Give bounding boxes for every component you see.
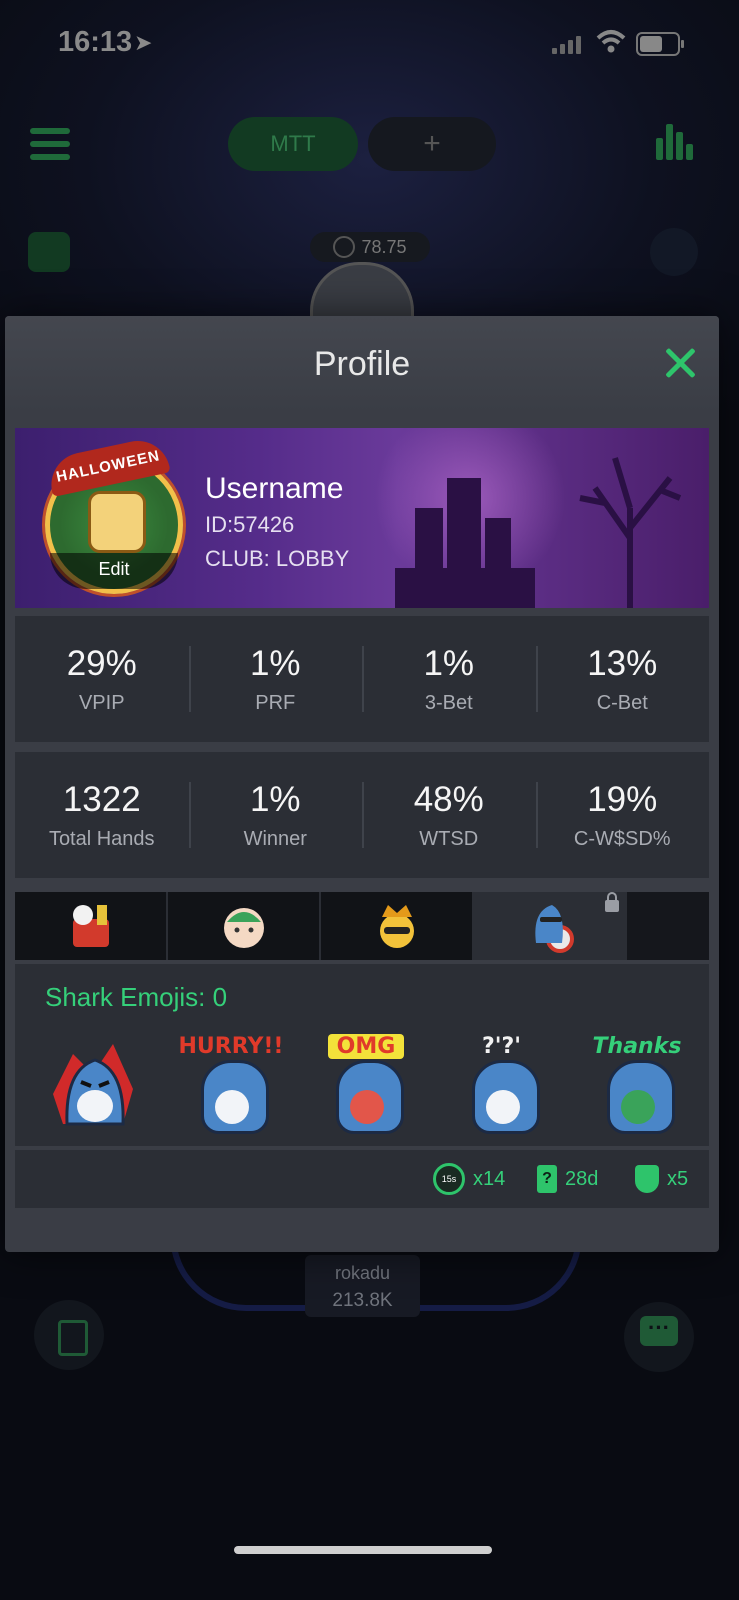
coin-icon [333,236,356,258]
shark-emoji-panel: Shark Emojis: 0 HURRY!! OMG ?'?' Thanks [15,964,709,1146]
stats-row-2: 1322 Total Hands 1% Winner 48% WTSD 19% … [15,752,709,878]
timer-count: x14 [473,1167,506,1190]
stat-label: C-Bet [596,692,648,714]
stat-label: Winner [243,828,307,850]
castle-illustration [395,468,535,608]
calendar-icon[interactable] [28,232,70,272]
user-club: CLUB: LOBBY [205,546,350,571]
halloween-avatar-badge[interactable]: HALLOWEEN Edit [45,434,183,594]
mochi-emoji-icon [223,908,264,948]
stat-value: 29% [66,644,137,683]
stat-label: Total Hands [48,828,155,850]
thanks-shark-sticker[interactable]: Thanks [585,1034,689,1138]
stat-value: 1322 [62,780,141,819]
stat-cwsd: 19% C-W$SD% [535,752,710,878]
tab-shark-emoji[interactable] [474,892,627,960]
location-arrow-icon: ➤ [134,30,153,55]
mystery-card: ? 28d [537,1162,598,1196]
stat-label: PRF [255,692,296,714]
stat-total-hands: 1322 Total Hands [15,752,189,878]
profile-banner: HALLOWEEN Edit Username ID:57426 CLUB: L… [15,428,709,608]
sticker-list: HURRY!! OMG ?'?' Thanks [43,1034,689,1144]
card-days: 28d [565,1167,599,1190]
hamburger-menu-icon[interactable] [30,128,70,160]
item-counts-bar: 15s x14 ? 28d x5 [15,1150,709,1208]
player-seat[interactable]: rokadu 213.8K [305,1255,420,1317]
hurry-shark-sticker[interactable]: HURRY!! [179,1034,283,1138]
profile-modal: Profile HALLOWEEN Edit Username ID:57426… [5,316,719,1252]
omg-shark-sticker[interactable]: OMG [314,1034,418,1138]
king-emoji-icon [379,905,414,948]
username: Username [205,472,344,505]
stat-label: 3-Bet [424,692,473,714]
battery-icon [636,32,684,56]
stat-3bet: 1% 3-Bet [362,616,536,742]
stat-value: 1% [249,780,301,819]
close-icon[interactable] [663,346,697,380]
stats-row-1: 29% VPIP 1% PRF 1% 3-Bet 13% C-Bet [15,616,709,742]
shield-items: x5 [635,1162,688,1196]
mystery-card-icon: ? [537,1165,557,1193]
stat-label: VPIP [78,692,125,714]
shark-belly [621,1090,655,1124]
tab-bar-spacer [627,892,709,960]
stats-chart-icon[interactable] [656,124,694,160]
lock-icon [605,892,619,912]
shield-icon [635,1165,659,1193]
shop-cart-icon[interactable] [650,228,698,276]
shark-belly [214,1090,249,1124]
alarm-clock-icon: 15s [433,1163,465,1195]
add-table-button[interactable]: + [368,117,496,171]
stat-label: C-W$SD% [573,828,671,850]
stat-value: 19% [587,780,658,819]
shark-emojis-count: Shark Emojis: 0 [45,982,228,1012]
chat-icon[interactable] [624,1302,694,1372]
stat-vpip: 29% VPIP [15,616,189,742]
stat-cbet: 13% C-Bet [535,616,710,742]
tab-party-emoji[interactable] [15,892,168,960]
seat-player-name: rokadu [334,1263,391,1283]
stat-winner: 1% Winner [188,752,363,878]
shark-belly [350,1090,384,1124]
user-id: ID:57426 [205,512,295,537]
sticker-caption: Thanks [592,1034,682,1059]
tab-king-emoji[interactable] [321,892,474,960]
stat-wtsd: 48% WTSD [362,752,536,878]
stat-prf: 1% PRF [188,616,363,742]
tab-mochi-emoji[interactable] [168,892,321,960]
wifi-icon [596,30,626,53]
badge-ribbon-text: HALLOWEEN [45,434,171,498]
coin-value: 78.75 [361,236,407,257]
shield-count: x5 [667,1167,689,1190]
stat-value: 1% [423,644,475,683]
shark-emoji-icon [534,905,574,953]
angry-shark-sticker[interactable] [43,1034,147,1138]
stat-value: 1% [249,644,301,683]
coin-balance: 78.75 [310,232,430,262]
seat-player-chips: 213.8K [332,1290,393,1311]
confused-shark-sticker[interactable]: ?'?' [450,1034,554,1138]
stat-label: WTSD [419,828,479,850]
tree-illustration [579,457,682,608]
sticker-caption: OMG [328,1034,404,1059]
home-indicator[interactable] [234,1546,492,1554]
shark-belly [485,1090,520,1124]
sticker-caption: ?'?' [482,1034,521,1059]
angry-shark-graphic [53,1044,133,1126]
sticker-caption: HURRY!! [178,1034,284,1059]
status-bar: 16:13 ➤ [0,0,739,86]
emoji-tab-bar [15,892,709,960]
signal-icon [552,34,582,54]
stat-value: 13% [587,644,658,683]
timer-bank: 15s x14 [433,1162,505,1196]
modal-title: Profile [5,316,719,412]
cards-icon[interactable] [34,1300,104,1370]
status-time: 16:13 [58,26,133,58]
mtt-button[interactable]: MTT [228,117,358,171]
king-avatar [88,491,146,553]
stat-value: 48% [413,780,484,819]
edit-avatar-label[interactable]: Edit [50,553,178,589]
party-emoji-icon [72,905,109,947]
